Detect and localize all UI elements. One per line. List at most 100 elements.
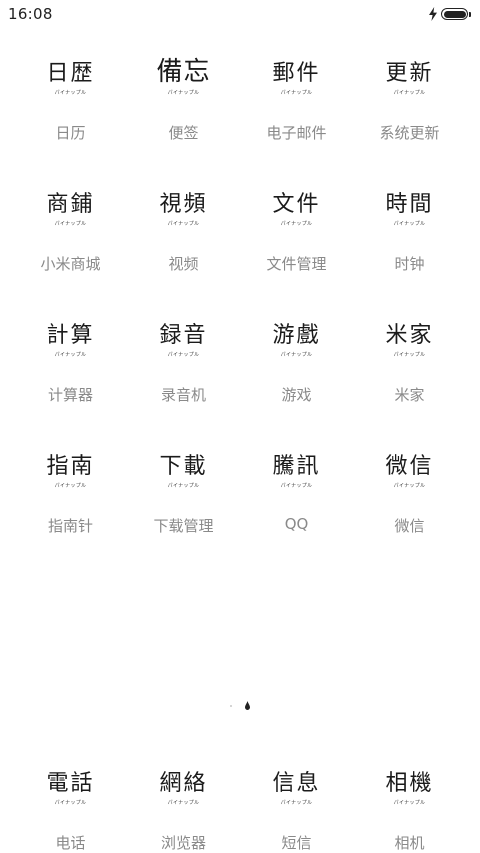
app-qq[interactable]: 騰訊パイナップル QQ — [240, 438, 353, 569]
app-icon-glyph-area: 視頻 パイナップル — [127, 176, 240, 228]
app-icon-caption: パイナップル — [393, 221, 426, 227]
app-icon-caption: パイナップル — [280, 483, 313, 489]
app-label: 浏览器 — [160, 834, 206, 852]
status-time: 16:08 — [8, 5, 53, 23]
app-label: 指南针 — [47, 517, 93, 535]
app-system-update[interactable]: 更新パイナップル系统更新 — [353, 45, 466, 176]
app-icon-glyph-area: 下載 パイナップル — [127, 438, 240, 490]
app-label: 计算器 — [47, 386, 93, 404]
app-label: 系统更新 — [379, 124, 440, 142]
app-icon-glyph: 商鋪 — [46, 192, 95, 217]
app-calendar[interactable]: 日歴パイナップル日历 — [14, 45, 127, 176]
dock: 電話 パイナップル 电话 網絡 パイナップル 浏览器 信息 パイナップル 短信 相機 パイナップル相… — [14, 755, 466, 853]
app-file-manager[interactable]: 文件パイナップル文件管理 — [240, 176, 353, 307]
app-icon-caption: パイナップル — [393, 352, 426, 358]
app-mi-store[interactable]: 商鋪 パイナップル小米商城 — [14, 176, 127, 307]
battery-icon — [441, 8, 471, 20]
app-icon-glyph-area: 日歴 パイナップル — [14, 45, 127, 97]
app-icon-glyph: 日歴 — [46, 61, 95, 86]
app-recorder[interactable]: 録音パイナップル录音机 — [127, 307, 240, 438]
app-icon-caption: パイナップル — [280, 90, 313, 96]
app-wechat[interactable]: 微信 パイナップル 微信 — [353, 438, 466, 569]
app-icon-caption: パイナップル — [167, 221, 200, 227]
charging-bolt-icon — [429, 7, 437, 21]
app-label: QQ — [284, 515, 309, 533]
app-icon-caption: パイナップル — [280, 352, 313, 358]
app-icon-glyph-area: 更新 パイナップル — [353, 45, 466, 97]
dock-phone[interactable]: 電話パイナップル电话 — [14, 755, 127, 853]
app-label: 下载管理 — [153, 517, 214, 535]
app-label: 短信 — [281, 834, 312, 852]
app-icon-caption: パイナップル — [54, 90, 87, 96]
app-icon-glyph-area: 電話 パイナップル — [14, 755, 127, 807]
app-icon-glyph-area: 録音 パイナップル — [127, 307, 240, 359]
app-icon-caption: パイナップル — [167, 90, 200, 96]
app-video[interactable]: 視頻 パイナップル 视频 — [127, 176, 240, 307]
app-notes[interactable]: 備忘 パイナップル 便签 — [127, 45, 240, 176]
app-icon-caption: パイナップル — [280, 800, 313, 806]
app-downloads[interactable]: 下載パイナップル下载管理 — [127, 438, 240, 569]
app-icon-glyph-area: 指南 パイナップル — [14, 438, 127, 490]
app-icon-glyph-area: 游戲 パイナップル — [240, 307, 353, 359]
home-screen: 16:08 日歴 パイナップル 日历 備忘 パイナップル 便签 郵件 パイナップル 电子邮件 更新… — [0, 0, 480, 853]
app-label: 文件管理 — [266, 255, 327, 273]
app-icon-glyph: 騰訊 — [272, 454, 321, 479]
app-icon-caption: パイナップル — [393, 800, 426, 806]
app-icon-caption: パイナップル — [393, 483, 426, 489]
app-clock[interactable]: 時間パイナップル时钟 — [353, 176, 466, 307]
app-icon-glyph-area: 米家 パイナップル — [353, 307, 466, 359]
app-icon-caption: パイナップル — [167, 352, 200, 358]
app-icon-glyph-area: 騰訊 パイナップル — [240, 438, 353, 490]
app-label: 小米商城 — [40, 255, 101, 273]
app-icon-caption: パイナップル — [54, 800, 87, 806]
app-icon-glyph: 計算 — [46, 323, 95, 348]
app-icon-glyph: 網絡 — [159, 771, 208, 796]
app-icon-glyph-area: 備忘 パイナップル — [127, 45, 240, 97]
app-icon-glyph: 指南 — [46, 454, 95, 479]
app-icon-glyph-area: 郵件 パイナップル — [240, 45, 353, 97]
app-icon-caption: パイナップル — [54, 483, 87, 489]
app-icon-glyph: 時間 — [385, 192, 434, 217]
app-icon-caption: パイナップル — [167, 800, 200, 806]
app-icon-caption: パイナップル — [167, 483, 200, 489]
app-icon-glyph-area: 信息 パイナップル — [240, 755, 353, 807]
app-icon-glyph: 電話 — [46, 771, 95, 796]
app-icon-caption: パイナップル — [280, 221, 313, 227]
page-dot-1[interactable] — [230, 704, 232, 707]
app-icon-glyph: 備忘 — [156, 57, 211, 87]
app-icon-glyph: 米家 — [385, 323, 434, 348]
app-label: 时钟 — [394, 255, 425, 273]
app-label: 电话 — [55, 834, 86, 852]
app-icon-glyph: 游戲 — [272, 323, 321, 348]
app-label: 游戏 — [281, 386, 312, 404]
dock-camera[interactable]: 相機パイナップル相机 — [353, 755, 466, 853]
app-label: 日历 — [55, 124, 86, 142]
app-label: 录音机 — [160, 386, 206, 404]
app-calculator[interactable]: 計算パイナップル计算器 — [14, 307, 127, 438]
app-games[interactable]: 游戲パイナップル游戏 — [240, 307, 353, 438]
dock-messages[interactable]: 信息 パイナップル短信 — [240, 755, 353, 853]
app-icon-glyph: 郵件 — [272, 61, 321, 86]
app-icon-glyph: 下載 — [159, 454, 208, 479]
app-mijia[interactable]: 米家 パイナップル 米家 — [353, 307, 466, 438]
status-icons — [428, 7, 471, 21]
dock-browser[interactable]: 網絡パイナップル浏览器 — [127, 755, 240, 853]
app-label: 相机 — [394, 834, 425, 852]
app-label: 米家 — [394, 386, 425, 404]
app-icon-glyph-area: 網絡 パイナップル — [127, 755, 240, 807]
app-email[interactable]: 郵件 パイナップル 电子邮件 — [240, 45, 353, 176]
app-icon-glyph: 視頻 — [159, 192, 208, 217]
status-bar: 16:08 — [0, 0, 480, 28]
app-icon-glyph-area: 商鋪 パイナップル — [14, 176, 127, 228]
app-icon-glyph: 更新 — [385, 61, 434, 86]
app-icon-glyph: 文件 — [272, 192, 321, 217]
app-icon-glyph-area: 微信 パイナップル — [353, 438, 466, 490]
app-icon-caption: パイナップル — [54, 352, 87, 358]
app-icon-glyph: 相機 — [385, 771, 434, 796]
app-compass[interactable]: 指南パイナップル指南针 — [14, 438, 127, 569]
app-icon-glyph-area: 計算 パイナップル — [14, 307, 127, 359]
page-dot-2-active-drop-icon[interactable] — [245, 701, 250, 710]
app-icon-caption: パイナップル — [393, 90, 426, 96]
app-icon-glyph: 微信 — [385, 454, 434, 479]
app-icon-glyph: 録音 — [159, 323, 208, 348]
